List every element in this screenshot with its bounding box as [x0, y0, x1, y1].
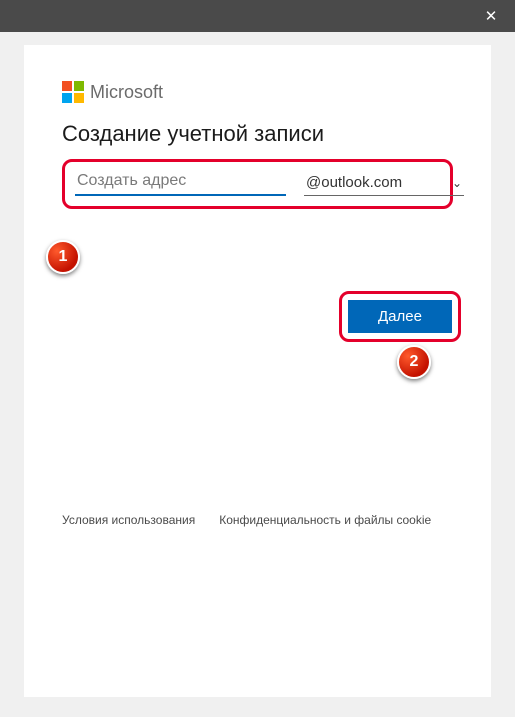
microsoft-logo-icon [62, 81, 84, 103]
annotation-badge-1: 1 [46, 240, 80, 274]
page-title: Создание учетной записи [62, 121, 453, 147]
chevron-down-icon: ⌄ [452, 176, 462, 190]
titlebar: ✕ [0, 0, 515, 32]
terms-link[interactable]: Условия использования [62, 513, 195, 527]
brand-name: Microsoft [90, 82, 163, 103]
brand-row: Microsoft [62, 81, 453, 103]
close-icon[interactable]: ✕ [481, 7, 501, 25]
domain-select[interactable]: @outlook.com ⌄ [304, 170, 464, 196]
dialog-content: Microsoft Создание учетной записи @outlo… [24, 45, 491, 209]
next-button[interactable]: Далее [348, 300, 452, 333]
next-button-callout: Далее [339, 291, 461, 342]
email-input[interactable] [75, 168, 286, 196]
privacy-link[interactable]: Конфиденциальность и файлы cookie [219, 513, 431, 527]
annotation-badge-2: 2 [397, 345, 431, 379]
footer-links: Условия использования Конфиденциальность… [62, 513, 431, 527]
dialog-window: Microsoft Создание учетной записи @outlo… [24, 45, 491, 697]
email-row-callout: @outlook.com ⌄ [62, 159, 453, 209]
domain-text: @outlook.com [306, 174, 402, 191]
